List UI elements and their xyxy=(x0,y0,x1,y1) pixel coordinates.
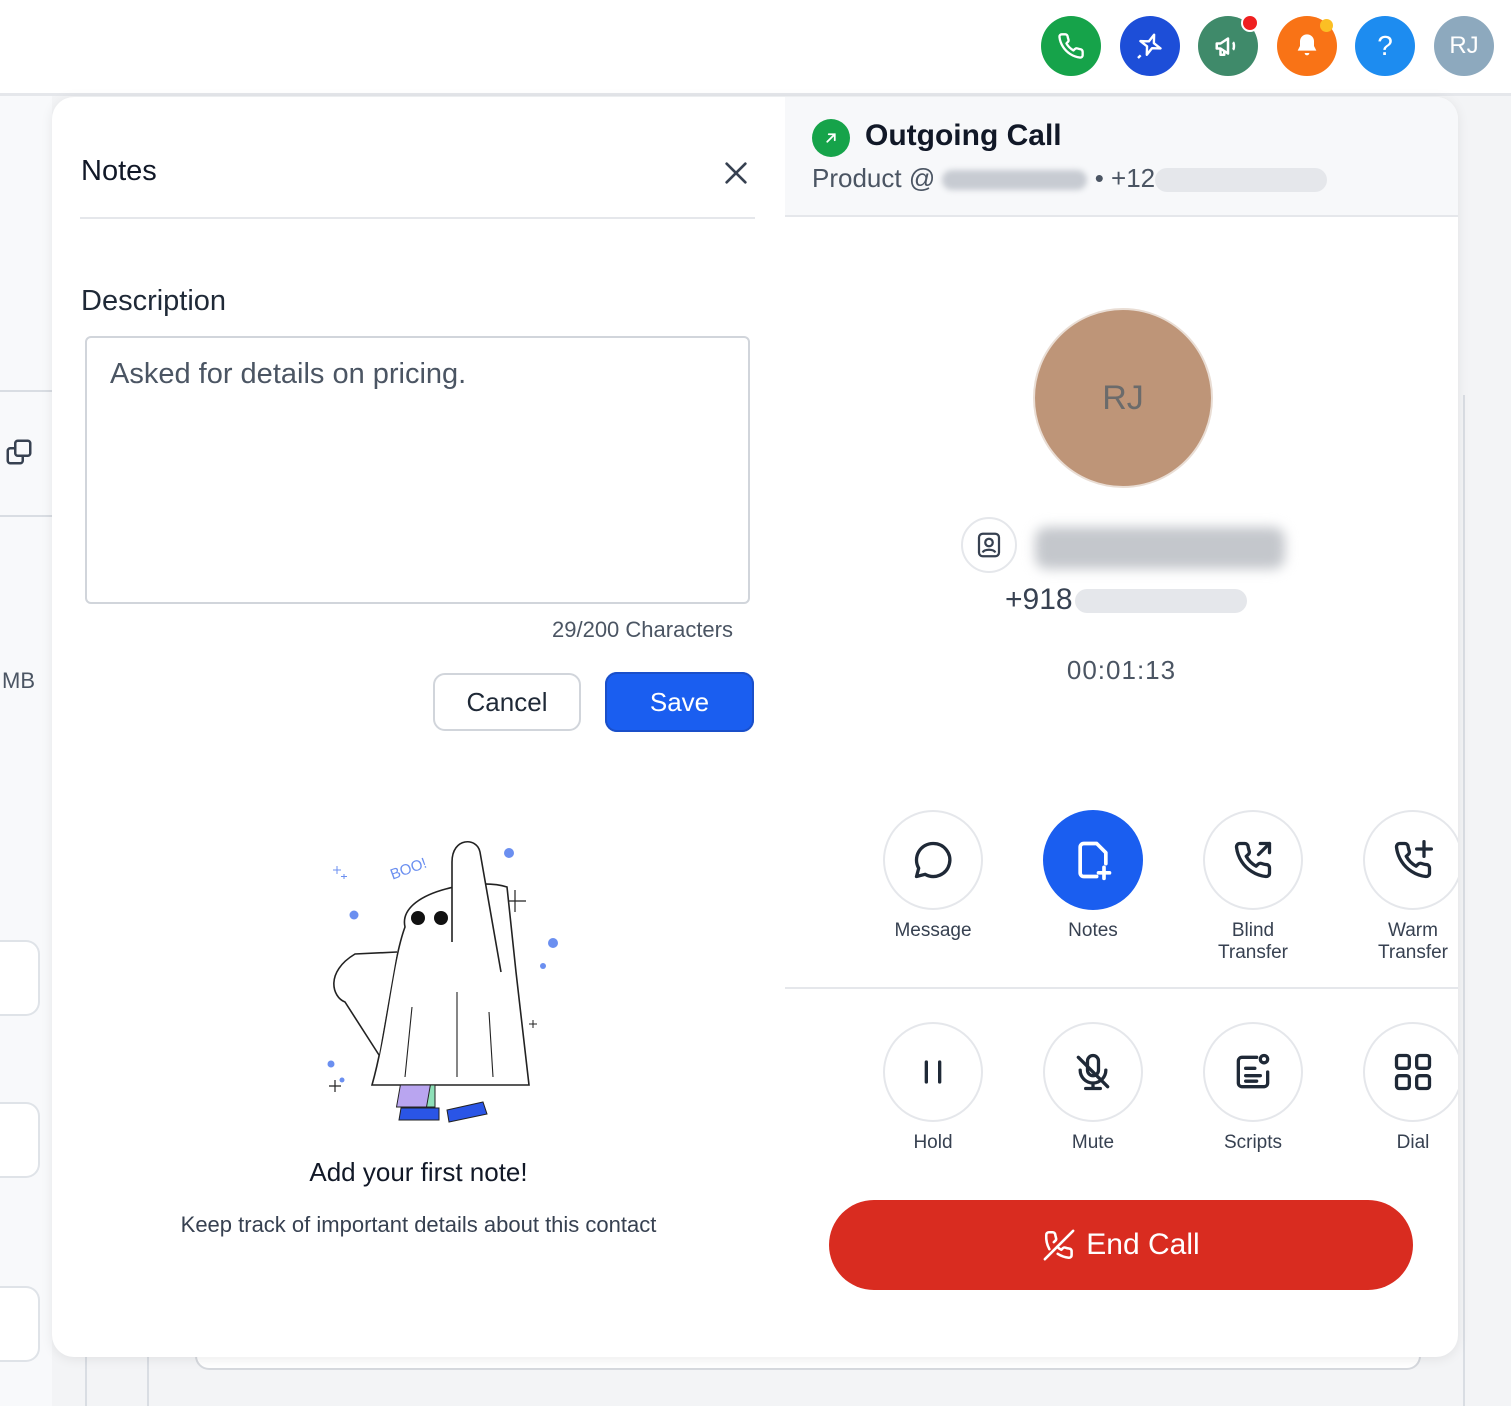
redacted-contact-name xyxy=(1035,527,1285,569)
notifications-button[interactable] xyxy=(1277,16,1337,76)
copy-icon[interactable] xyxy=(4,437,34,467)
call-timer: 00:01:13 xyxy=(1066,655,1177,685)
empty-state-subtitle: Keep track of important details about th… xyxy=(180,1212,657,1237)
warm-transfer-button[interactable] xyxy=(1363,810,1458,910)
ai-assistant-button[interactable] xyxy=(1120,16,1180,76)
redacted-text xyxy=(942,170,1088,191)
dial-action[interactable]: Dial xyxy=(1333,1022,1458,1154)
redacted-number xyxy=(1074,589,1247,614)
hold-label: Hold xyxy=(913,1132,953,1153)
divider xyxy=(0,390,52,392)
end-call-icon xyxy=(1043,1229,1075,1261)
hold-action[interactable]: Hold xyxy=(853,1022,1013,1154)
help-icon: ? xyxy=(1377,30,1393,61)
message-icon xyxy=(914,841,952,879)
dial-label: Dial xyxy=(1396,1132,1430,1153)
scripts-icon xyxy=(1236,1053,1270,1089)
description-label: Description xyxy=(81,285,227,317)
mute-label: Mute xyxy=(1071,1132,1115,1153)
call-panel: Outgoing Call Product @ • +12 RJ +918 00… xyxy=(785,97,1458,1357)
help-button[interactable]: ? xyxy=(1355,16,1415,76)
contact-card-icon xyxy=(977,532,1001,558)
notes-icon xyxy=(1078,841,1112,881)
top-bar: ? RJ xyxy=(0,0,1511,96)
contact-initials: RJ xyxy=(1102,378,1144,417)
blind-transfer-button[interactable] xyxy=(1203,810,1303,910)
announcements-button[interactable] xyxy=(1198,14,1259,76)
boo-text: BOO! xyxy=(388,855,429,884)
background-field[interactable] xyxy=(0,1286,40,1362)
megaphone-icon xyxy=(1215,37,1236,56)
notes-title: Notes xyxy=(81,155,157,187)
hold-button[interactable] xyxy=(883,1022,983,1122)
scripts-button[interactable] xyxy=(1203,1022,1303,1122)
outgoing-arrow-icon xyxy=(812,119,850,157)
background-field[interactable] xyxy=(0,940,40,1016)
call-title: Outgoing Call xyxy=(865,119,1062,152)
blind-transfer-action[interactable]: Blind Transfer xyxy=(1173,810,1333,964)
contact-card-button[interactable] xyxy=(961,517,1017,573)
phone-icon xyxy=(1058,33,1084,59)
end-call-button[interactable]: End Call xyxy=(829,1200,1413,1290)
redacted-number xyxy=(1155,168,1328,193)
dialpad-icon xyxy=(1394,1053,1432,1091)
description-input[interactable]: Asked for details on pricing. xyxy=(85,336,750,604)
user-avatar[interactable]: RJ xyxy=(1434,16,1494,76)
size-unit-label: MB xyxy=(2,668,35,693)
notes-action[interactable]: Notes xyxy=(1013,810,1173,942)
message-action[interactable]: Message xyxy=(853,810,1013,942)
divider xyxy=(147,1357,149,1406)
notes-button[interactable] xyxy=(1043,810,1143,910)
phone-button[interactable] xyxy=(1041,16,1101,76)
divider xyxy=(85,1357,87,1406)
scripts-label: Scripts xyxy=(1223,1132,1283,1153)
background-field[interactable] xyxy=(0,1102,40,1178)
blind-transfer-icon xyxy=(1234,841,1272,879)
mute-action[interactable]: Mute xyxy=(1013,1022,1173,1154)
pause-icon xyxy=(924,1060,942,1084)
call-subtitle: Product @ • +12 xyxy=(812,163,1328,194)
close-icon[interactable] xyxy=(720,157,752,189)
notification-dot xyxy=(1241,14,1259,32)
sparkle-icon xyxy=(1137,33,1162,59)
background-sidebar xyxy=(0,96,52,1406)
warm-transfer-action[interactable]: Warm Transfer xyxy=(1333,810,1458,964)
empty-state-title: Add your first note! xyxy=(309,1157,528,1187)
save-button[interactable]: Save xyxy=(605,672,754,732)
notes-divider xyxy=(80,217,755,219)
contact-avatar: RJ xyxy=(1033,308,1213,488)
scripts-action[interactable]: Scripts xyxy=(1173,1022,1333,1154)
cancel-button[interactable]: Cancel xyxy=(433,673,581,731)
phone-prefix: +918 xyxy=(1005,583,1073,616)
bell-icon xyxy=(1297,34,1317,56)
dial-button[interactable] xyxy=(1363,1022,1458,1122)
call-header: Outgoing Call Product @ • +12 xyxy=(785,97,1458,217)
blind-transfer-label: Blind Transfer xyxy=(1217,920,1289,963)
mute-button[interactable] xyxy=(1043,1022,1143,1122)
call-line-number: • +12 xyxy=(1094,163,1156,193)
notes-panel: Notes Description Asked for details on p… xyxy=(52,97,785,1357)
character-count: 29/200 Characters xyxy=(552,617,733,642)
notification-dot xyxy=(1320,19,1333,32)
end-call-label: End Call xyxy=(1086,1228,1200,1261)
ghost-illustration: BOO! xyxy=(327,840,558,1123)
notes-label: Notes xyxy=(1068,920,1118,941)
contact-phone: +918 xyxy=(1005,583,1247,617)
divider xyxy=(1463,395,1465,1406)
call-line-name: Product @ xyxy=(812,163,936,193)
message-button[interactable] xyxy=(883,810,983,910)
warm-transfer-label: Warm Transfer xyxy=(1377,920,1449,963)
message-label: Message xyxy=(894,920,972,941)
avatar-initials: RJ xyxy=(1449,32,1479,59)
mic-off-icon xyxy=(1076,1053,1110,1091)
warm-transfer-icon xyxy=(1394,840,1433,879)
call-overlay-card: Notes Description Asked for details on p… xyxy=(52,97,1458,1357)
actions-divider xyxy=(785,987,1458,989)
divider xyxy=(0,515,52,517)
